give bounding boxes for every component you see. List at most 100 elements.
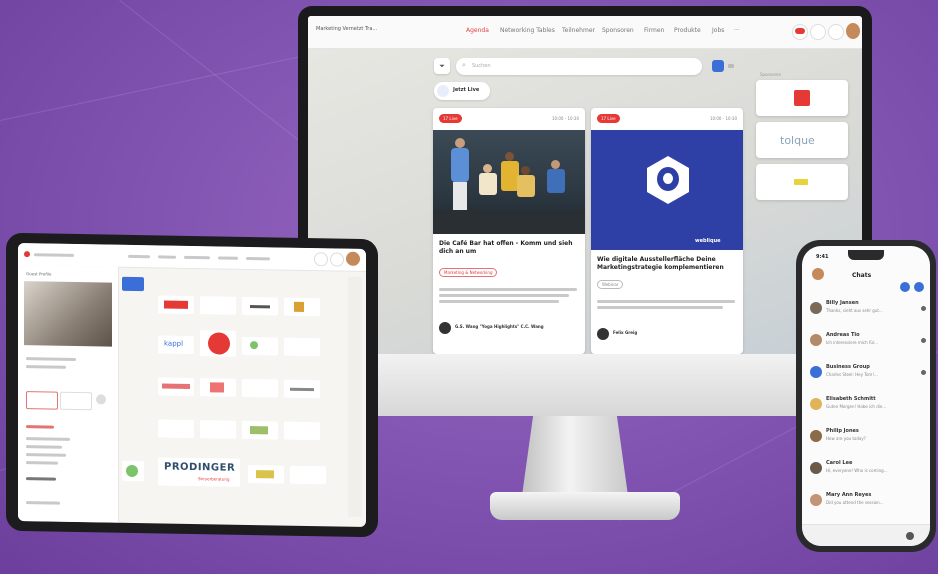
chat-item[interactable]: Philip Jones How are you today? bbox=[810, 426, 928, 456]
logo-tile[interactable] bbox=[200, 296, 236, 315]
sponsor-logo-yellow bbox=[794, 179, 808, 185]
profile-link[interactable] bbox=[26, 425, 54, 429]
nav-item[interactable] bbox=[184, 255, 210, 260]
prodinger-logo-tile[interactable]: PRODINGER Steuerberatung bbox=[158, 457, 240, 487]
logo-tile[interactable] bbox=[158, 419, 194, 439]
logo-tile[interactable] bbox=[284, 337, 320, 357]
logo-tile[interactable] bbox=[200, 330, 236, 357]
profile-line bbox=[26, 445, 62, 449]
status-time: 9:41 bbox=[816, 254, 829, 260]
search-input[interactable]: ⌕ Suchen bbox=[456, 58, 702, 75]
add-icon[interactable] bbox=[96, 394, 106, 405]
logo-tile[interactable] bbox=[242, 336, 278, 356]
speaker-avatar bbox=[597, 328, 609, 340]
profile-stat-box[interactable] bbox=[26, 391, 58, 410]
session-card[interactable]: 17 Live 10:00 - 10:30 weblique Wie digit… bbox=[591, 108, 743, 354]
app-title: Marketing Vernetzt Tra... bbox=[316, 26, 378, 32]
live-icon bbox=[437, 85, 449, 97]
nav-item[interactable] bbox=[218, 256, 238, 260]
search-placeholder: Suchen bbox=[472, 63, 491, 69]
description-line bbox=[597, 300, 735, 303]
chat-preview: Charles Steel: Hey Tom!... bbox=[826, 372, 878, 377]
more-icon[interactable]: ··· bbox=[734, 27, 740, 34]
logo-tile[interactable] bbox=[242, 420, 278, 440]
chat-name: Elisabeth Schmitt bbox=[826, 396, 876, 402]
sponsor-card[interactable]: tolque bbox=[756, 122, 848, 158]
sponsor-logo-red bbox=[794, 90, 810, 106]
grid-view-icon[interactable] bbox=[712, 60, 724, 72]
social-icons[interactable] bbox=[26, 477, 56, 481]
live-filter-chip[interactable]: Jetzt Live bbox=[434, 82, 490, 100]
chat-avatar bbox=[810, 462, 822, 474]
chat-icon[interactable] bbox=[810, 24, 826, 40]
tab-bar-icon[interactable] bbox=[906, 532, 914, 540]
session-tag[interactable]: Marketing & Networking bbox=[439, 268, 498, 277]
chat-avatar bbox=[810, 430, 822, 442]
profile-title: Guest Profile bbox=[26, 271, 52, 277]
logo-tile[interactable] bbox=[122, 276, 144, 292]
group-icon[interactable] bbox=[914, 282, 924, 292]
logo-tile[interactable] bbox=[158, 377, 194, 397]
logo-tile[interactable] bbox=[284, 421, 320, 441]
brand-name: PRODINGER bbox=[164, 461, 236, 474]
session-banner: weblique bbox=[591, 130, 743, 250]
tab-networking-tables[interactable]: Networking Tables bbox=[500, 27, 555, 34]
chat-avatar bbox=[810, 366, 822, 378]
app-top-bar: Marketing Vernetzt Tra... Agenda Network… bbox=[308, 16, 862, 49]
tab-jobs[interactable]: Jobs bbox=[712, 27, 724, 34]
logo-tile[interactable] bbox=[290, 465, 326, 485]
chat-item[interactable]: Elisabeth Schmitt Guten Morgen! Habe ich… bbox=[810, 394, 928, 424]
tab-teilnehmer[interactable]: Teilnehmer bbox=[562, 27, 595, 34]
list-view-icon[interactable] bbox=[728, 64, 734, 68]
chat-item[interactable]: Andreas Tio Ich interessiere mich für... bbox=[810, 330, 928, 360]
scrollbar-track[interactable] bbox=[348, 276, 362, 517]
tablet-device: Guest Profile kappl PRODINGER Steuerbera… bbox=[6, 232, 378, 538]
sponsor-card[interactable] bbox=[756, 80, 848, 116]
nav-item[interactable] bbox=[158, 255, 176, 259]
tab-agenda[interactable]: Agenda bbox=[466, 27, 489, 34]
logo-tile[interactable] bbox=[284, 297, 320, 317]
logo-tile[interactable] bbox=[242, 296, 278, 316]
profile-photo bbox=[24, 281, 112, 347]
logo-tile[interactable] bbox=[200, 420, 236, 439]
search-icon: ⌕ bbox=[462, 61, 466, 69]
sponsor-card[interactable] bbox=[756, 164, 848, 200]
sponsor-logo-text: tolque bbox=[780, 134, 815, 147]
user-avatar[interactable] bbox=[846, 23, 860, 39]
profile-panel: Guest Profile bbox=[18, 264, 119, 523]
new-chat-icon[interactable] bbox=[900, 282, 910, 292]
session-tag[interactable]: Webinar bbox=[597, 280, 624, 289]
logo-tile[interactable]: kappl bbox=[158, 335, 194, 355]
chat-icon[interactable] bbox=[330, 252, 344, 267]
profile-stat-box[interactable] bbox=[60, 391, 92, 411]
logo-tile[interactable] bbox=[122, 460, 144, 482]
tab-firmen[interactable]: Firmen bbox=[644, 27, 664, 34]
calendar-icon[interactable] bbox=[828, 24, 844, 40]
nav-item[interactable] bbox=[128, 254, 150, 259]
logo-tile[interactable] bbox=[158, 295, 194, 315]
logo-tile[interactable] bbox=[248, 464, 284, 484]
nav-item[interactable] bbox=[246, 256, 270, 261]
logo-tile[interactable] bbox=[242, 378, 278, 398]
filter-icon[interactable]: ⏷ bbox=[434, 58, 450, 74]
tab-produkte[interactable]: Produkte bbox=[674, 27, 701, 34]
tab-sponsoren[interactable]: Sponsoren bbox=[602, 27, 634, 34]
logo-tile[interactable] bbox=[200, 378, 236, 397]
chat-item[interactable]: Business Group Charles Steel: Hey Tom!..… bbox=[810, 362, 928, 392]
user-avatar[interactable] bbox=[812, 268, 824, 280]
unread-badge bbox=[921, 338, 926, 343]
notification-icon[interactable] bbox=[314, 252, 328, 267]
chat-item[interactable]: Mary Ann Reyes Did you attend the sessio… bbox=[810, 490, 928, 520]
profile-line bbox=[26, 453, 66, 457]
smartphone: 9:41 Chats Billy Jansen Thanks, sieht au… bbox=[796, 240, 936, 552]
profile-line bbox=[26, 365, 66, 369]
chat-item[interactable]: Billy Jansen Thanks, sieht aus sehr gut.… bbox=[810, 298, 928, 328]
logo-tile[interactable] bbox=[284, 379, 320, 399]
logo-text: kappl bbox=[164, 339, 184, 348]
session-card[interactable]: 17 Live 10:00 - 10:30 Die Café Bar hat o… bbox=[433, 108, 585, 354]
notification-icon[interactable] bbox=[792, 24, 808, 40]
user-avatar[interactable] bbox=[346, 251, 360, 266]
chat-item[interactable]: Carol Lee Hi, everyone! Who is coming... bbox=[810, 458, 928, 488]
unread-badge bbox=[921, 370, 926, 375]
phone-screen: 9:41 Chats Billy Jansen Thanks, sieht au… bbox=[802, 246, 930, 546]
